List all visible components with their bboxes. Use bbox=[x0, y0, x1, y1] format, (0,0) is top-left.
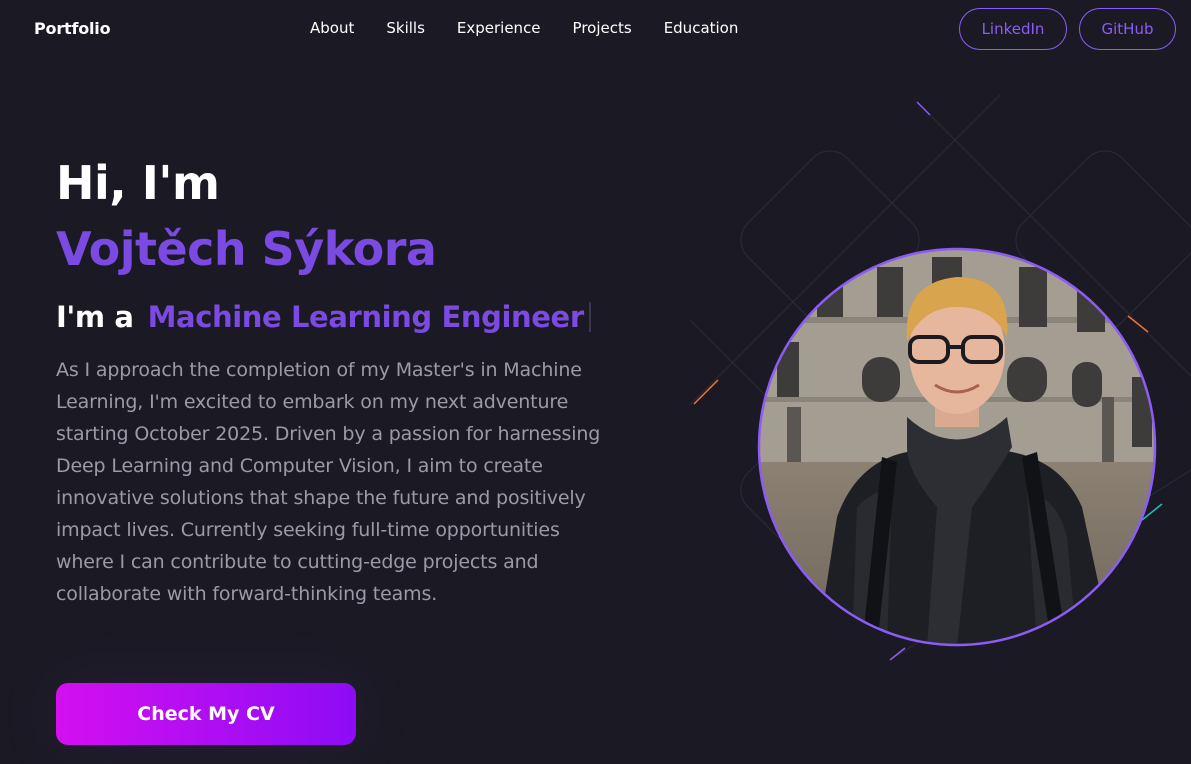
linkedin-button[interactable]: LinkedIn bbox=[959, 8, 1067, 50]
nav-links: About Skills Experience Projects Educati… bbox=[310, 19, 738, 37]
role-prefix: I'm a bbox=[56, 300, 134, 334]
nav-link-projects[interactable]: Projects bbox=[573, 19, 632, 37]
hero-greeting: Hi, I'm bbox=[56, 156, 220, 210]
nav-link-skills[interactable]: Skills bbox=[386, 19, 425, 37]
hero-name: Vojtěch Sýkora bbox=[56, 222, 437, 276]
nav-link-education[interactable]: Education bbox=[664, 19, 739, 37]
check-cv-button[interactable]: Check My CV bbox=[56, 683, 356, 745]
profile-photo bbox=[757, 247, 1157, 647]
nav-link-experience[interactable]: Experience bbox=[457, 19, 541, 37]
hero-bio: As I approach the completion of my Maste… bbox=[56, 359, 601, 605]
top-navbar: Portfolio About Skills Experience Projec… bbox=[0, 0, 1191, 60]
github-button[interactable]: GitHub bbox=[1079, 8, 1176, 50]
page: Portfolio About Skills Experience Projec… bbox=[0, 0, 1191, 764]
hero-role-line: I'm a Machine Learning Engineer bbox=[56, 300, 591, 334]
logo[interactable]: Portfolio bbox=[34, 19, 111, 38]
nav-link-about[interactable]: About bbox=[310, 19, 354, 37]
typing-cursor bbox=[588, 302, 591, 332]
role-typed-text: Machine Learning Engineer bbox=[147, 300, 585, 334]
